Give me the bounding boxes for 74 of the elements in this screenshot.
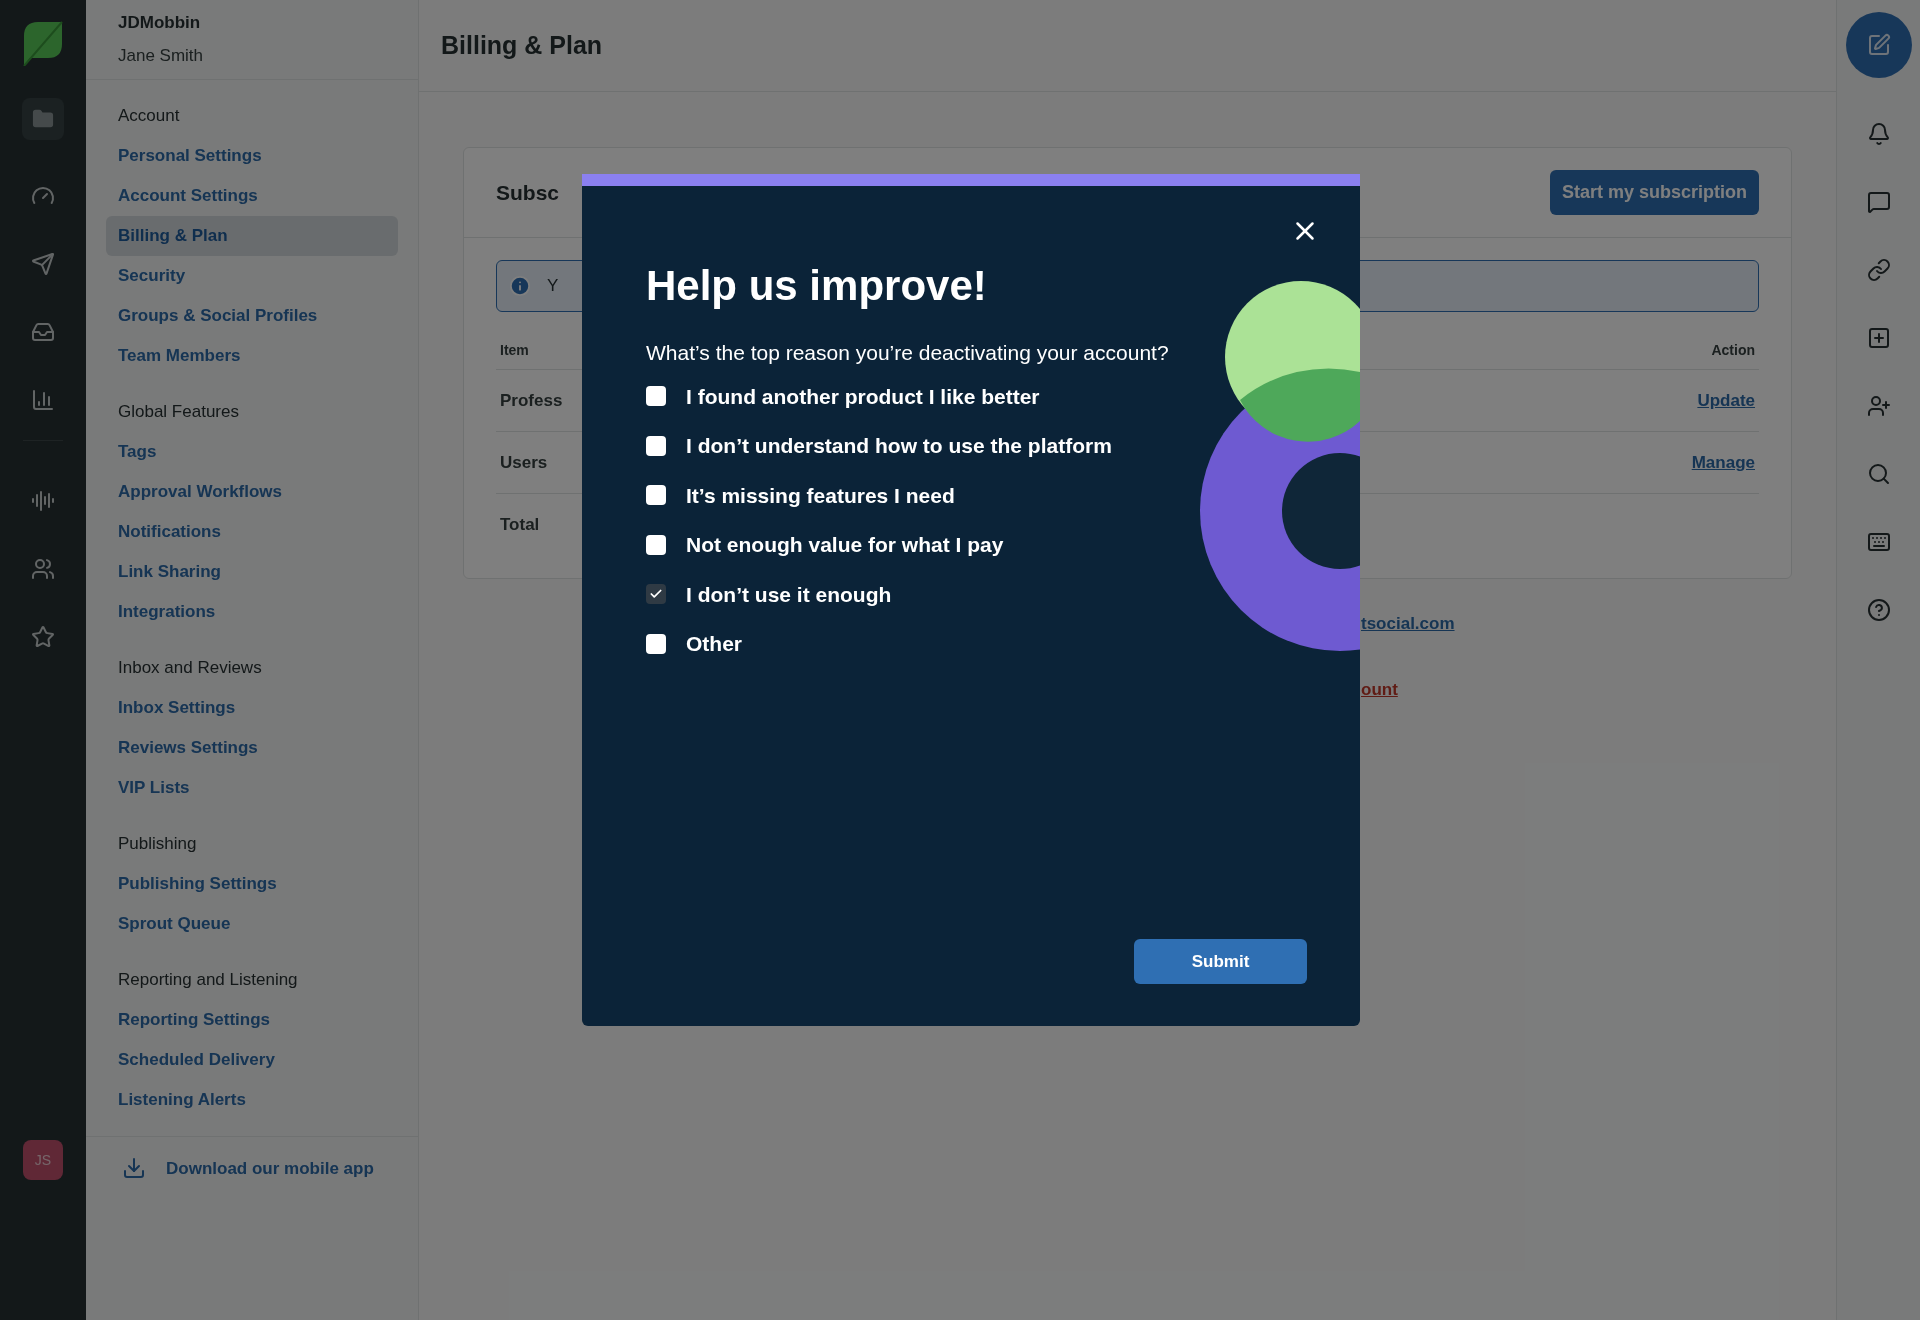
download-app-link[interactable]: Download our mobile app xyxy=(166,1155,374,1182)
inbox-icon[interactable] xyxy=(31,320,55,344)
sidebar-item[interactable]: Integrations xyxy=(106,591,398,632)
sidebar-item[interactable]: Account Settings xyxy=(106,175,398,216)
page-title: Billing & Plan xyxy=(441,29,603,61)
info-icon xyxy=(509,275,531,297)
sidebar-item[interactable]: Inbox Settings xyxy=(106,687,398,728)
text-link[interactable]: tsocial.com xyxy=(1361,611,1792,637)
option-label: It’s missing features I need xyxy=(686,482,955,509)
checkbox[interactable] xyxy=(646,435,666,456)
sidebar-item[interactable]: Notifications xyxy=(106,511,398,552)
leaf-logo-icon[interactable] xyxy=(22,20,64,66)
people-icon[interactable] xyxy=(31,557,55,581)
search-icon[interactable] xyxy=(1866,462,1891,486)
sidebar-item[interactable]: Scheduled Delivery xyxy=(106,1039,398,1080)
plus-square-icon[interactable] xyxy=(1866,326,1891,350)
download-icon xyxy=(122,1156,146,1181)
section-heading: Inbox and Reviews xyxy=(117,657,263,680)
option-label: Not enough value for what I pay xyxy=(686,532,1004,558)
sidebar-item[interactable]: Reviews Settings xyxy=(106,727,398,768)
sidebar-item[interactable]: Approval Workflows xyxy=(106,471,398,512)
section-heading: Account xyxy=(117,105,181,128)
checkbox[interactable] xyxy=(646,386,666,407)
table-cell-text: Users xyxy=(500,451,548,474)
edit-icon xyxy=(1866,33,1891,57)
sidebar-item[interactable]: Team Members xyxy=(106,335,398,376)
sidebar-item[interactable]: Billing & Plan xyxy=(106,215,398,256)
help-icon[interactable] xyxy=(1866,598,1891,622)
chat-icon[interactable] xyxy=(1866,190,1891,214)
option-label: I don’t understand how to use the platform xyxy=(686,433,1112,459)
column-header: Action xyxy=(1711,341,1755,360)
folder-icon xyxy=(32,108,54,130)
section-heading: Global Features xyxy=(117,401,240,424)
checkbox[interactable] xyxy=(646,485,666,506)
paper-plane-icon[interactable] xyxy=(31,252,55,276)
dialog-question: What’s the top reason you’re deactivating your account? xyxy=(646,340,1170,366)
start-subscription-button[interactable]: Start my subscription xyxy=(1549,170,1759,215)
option-label: I don’t use it enough xyxy=(686,581,892,608)
bell-icon[interactable] xyxy=(1866,122,1891,146)
bar-chart-icon[interactable] xyxy=(31,388,55,412)
section-heading: Publishing xyxy=(117,833,198,856)
audio-wave-icon[interactable] xyxy=(31,489,55,513)
sidebar-item[interactable]: Publishing Settings xyxy=(106,863,398,904)
option-label: I found another product I like better xyxy=(686,383,1040,410)
star-icon[interactable] xyxy=(31,625,55,649)
link-icon[interactable] xyxy=(1866,258,1891,282)
sidebar-item[interactable]: Tags xyxy=(106,431,398,472)
banner-text: Y xyxy=(547,275,559,298)
sidebar-item[interactable]: Listening Alerts xyxy=(106,1079,398,1120)
table-cell-text: Total xyxy=(500,514,540,537)
card-title: Subsc xyxy=(496,179,560,206)
action-link[interactable]: Manage xyxy=(1691,449,1755,476)
sidebar-item[interactable]: Link Sharing xyxy=(106,551,398,592)
option-label: Other xyxy=(686,631,742,657)
sidebar-item[interactable]: Sprout Queue xyxy=(106,903,398,944)
section-heading: Reporting and Listening xyxy=(117,969,299,992)
text-link[interactable]: ount xyxy=(1361,676,1792,702)
sidebar-item[interactable]: Reporting Settings xyxy=(106,999,398,1040)
sidebar-item[interactable]: Groups & Social Profiles xyxy=(106,295,398,336)
checkbox[interactable] xyxy=(646,584,666,605)
add-user-icon[interactable] xyxy=(1866,394,1891,418)
user-name: Jane Smith xyxy=(118,45,205,68)
column-header: Item xyxy=(500,341,529,360)
sidebar-item[interactable]: VIP Lists xyxy=(106,767,398,808)
sidebar-item[interactable]: Security xyxy=(106,255,398,296)
checkbox[interactable] xyxy=(646,534,666,555)
dialog-title: Help us improve! xyxy=(646,261,988,311)
org-name: JDMobbin xyxy=(118,11,202,34)
sidebar-item[interactable]: Personal Settings xyxy=(106,135,398,176)
checkbox[interactable] xyxy=(646,633,666,654)
action-link[interactable]: Update xyxy=(1697,387,1755,414)
table-cell-text: Profess xyxy=(500,389,563,412)
keyboard-icon[interactable] xyxy=(1866,530,1891,554)
submit-button[interactable]: Submit xyxy=(1134,939,1307,984)
